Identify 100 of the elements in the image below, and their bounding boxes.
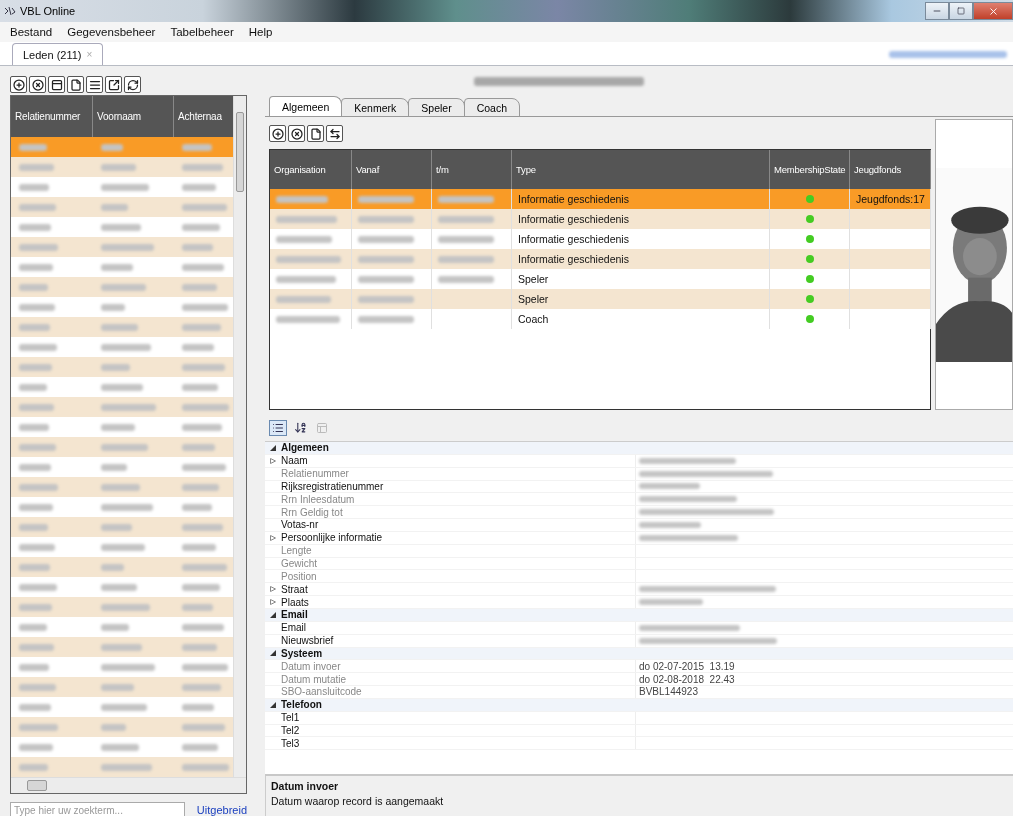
member-row[interactable] xyxy=(11,157,233,177)
member-row[interactable] xyxy=(11,437,233,457)
property-row[interactable]: Tel3 xyxy=(265,737,1013,751)
member-row[interactable] xyxy=(11,517,233,537)
membership-row[interactable]: Speler xyxy=(270,289,930,309)
collapsed-icon[interactable] xyxy=(270,457,276,464)
membership-row[interactable]: Informatie geschiedenis Jeugdfonds:17 xyxy=(270,189,930,209)
redacted-text xyxy=(182,184,216,191)
expanded-icon[interactable] xyxy=(270,701,276,708)
property-row[interactable]: Rrn Inleesdatum xyxy=(265,493,1013,507)
maximize-button[interactable] xyxy=(949,2,973,20)
toolbar-button[interactable] xyxy=(10,76,27,93)
vertical-scrollbar[interactable] xyxy=(233,96,246,777)
member-row[interactable] xyxy=(11,397,233,417)
close-button[interactable] xyxy=(973,2,1013,20)
redacted-text xyxy=(19,184,49,191)
redacted-text xyxy=(182,364,225,371)
toolbar-button[interactable] xyxy=(86,76,103,93)
member-row[interactable] xyxy=(11,197,233,217)
type-cell: Coach xyxy=(512,309,770,329)
category-label: Email xyxy=(281,609,309,621)
toolbar-button[interactable] xyxy=(307,125,324,142)
property-row[interactable]: Straat xyxy=(265,583,1013,597)
member-row[interactable] xyxy=(11,597,233,617)
menu-item[interactable]: Bestand xyxy=(10,26,53,38)
collapsed-icon[interactable] xyxy=(270,534,276,541)
member-row[interactable] xyxy=(11,357,233,377)
toolbar-button[interactable] xyxy=(29,76,46,93)
property-row[interactable]: Datum invoer do 02-07-2015 13.19 xyxy=(265,660,1013,674)
menu-item[interactable]: Tabelbeheer xyxy=(170,26,234,38)
member-row[interactable] xyxy=(11,557,233,577)
toolbar-button[interactable] xyxy=(48,76,65,93)
member-row[interactable] xyxy=(11,677,233,697)
list-icon xyxy=(88,78,101,91)
property-label: Gewicht xyxy=(281,558,319,569)
redacted-text xyxy=(19,364,52,371)
add-icon xyxy=(12,78,25,91)
member-row[interactable] xyxy=(11,757,233,777)
redacted-text xyxy=(358,195,414,203)
toolbar-button[interactable] xyxy=(288,125,305,142)
member-row[interactable] xyxy=(11,317,233,337)
tab[interactable]: Speler xyxy=(408,98,465,117)
redacted-text xyxy=(276,215,337,223)
redacted-text xyxy=(276,195,328,203)
redacted-text xyxy=(101,244,154,251)
advanced-search-link[interactable]: Uitgebreid xyxy=(196,804,247,816)
property-row[interactable]: Rrn Geldig tot xyxy=(265,506,1013,520)
redacted-text xyxy=(182,344,214,351)
delete-icon xyxy=(290,127,303,140)
redacted-text xyxy=(19,144,47,151)
property-row[interactable]: Votas-nr xyxy=(265,519,1013,532)
member-row[interactable] xyxy=(11,717,233,737)
toolbar-button[interactable] xyxy=(124,76,141,93)
refresh-icon xyxy=(126,78,139,91)
redacted-text xyxy=(101,744,139,751)
redacted-text xyxy=(101,544,145,551)
toolbar-button[interactable] xyxy=(326,125,343,142)
property-row[interactable]: Plaats xyxy=(265,596,1013,609)
property-label: Rrn Geldig tot xyxy=(281,506,344,518)
property-label: Rrn Inleesdatum xyxy=(281,493,356,505)
member-row[interactable] xyxy=(11,277,233,297)
collapsed-icon[interactable] xyxy=(270,599,276,606)
expanded-icon[interactable] xyxy=(270,444,276,451)
redacted-text xyxy=(19,704,51,711)
redacted-text xyxy=(101,184,149,191)
category-label: Algemeen xyxy=(281,442,330,454)
toolbar-button[interactable] xyxy=(269,125,286,142)
redacted-text xyxy=(19,584,57,591)
toolbar-button[interactable] xyxy=(105,76,122,93)
expanded-icon[interactable] xyxy=(270,611,276,618)
redacted-text xyxy=(276,275,336,283)
member-row[interactable] xyxy=(11,477,233,497)
search-field[interactable]: Type hier uw zoekterm... xyxy=(10,802,185,816)
list-icon xyxy=(272,421,284,434)
toolbar-button[interactable] xyxy=(67,76,84,93)
membership-row[interactable]: Informatie geschiedenis xyxy=(270,249,930,269)
document-tab[interactable]: Leden (211) × xyxy=(12,43,104,65)
redacted-text xyxy=(19,544,55,551)
collapsed-icon[interactable] xyxy=(270,586,276,593)
property-row[interactable]: Datum mutatie do 02-08-2018 22.43 xyxy=(265,673,1013,687)
menu-item[interactable]: Gegevensbeheer xyxy=(67,26,156,38)
minimize-button[interactable] xyxy=(925,2,949,20)
expanded-icon[interactable] xyxy=(270,650,276,657)
redacted-text xyxy=(19,724,58,731)
horizontal-scrollbar[interactable] xyxy=(11,777,246,793)
redacted-text xyxy=(19,404,54,411)
property-row[interactable]: SBO-aansluitcode BVBL144923 xyxy=(265,686,1013,699)
membership-row[interactable]: Informatie geschiedenis xyxy=(270,209,930,229)
member-row[interactable] xyxy=(11,637,233,657)
property-row[interactable]: Position xyxy=(265,570,1013,584)
redacted-text xyxy=(101,624,129,631)
menu-item[interactable]: Help xyxy=(248,26,273,38)
redacted-text xyxy=(19,324,50,331)
form-icon xyxy=(50,78,63,91)
member-row[interactable] xyxy=(11,237,233,257)
property-label: Tel2 xyxy=(281,725,301,736)
redacted-text xyxy=(101,384,143,391)
categorized-view-button[interactable] xyxy=(269,419,287,436)
member-row[interactable] xyxy=(11,137,233,157)
redacted-text xyxy=(19,624,47,631)
